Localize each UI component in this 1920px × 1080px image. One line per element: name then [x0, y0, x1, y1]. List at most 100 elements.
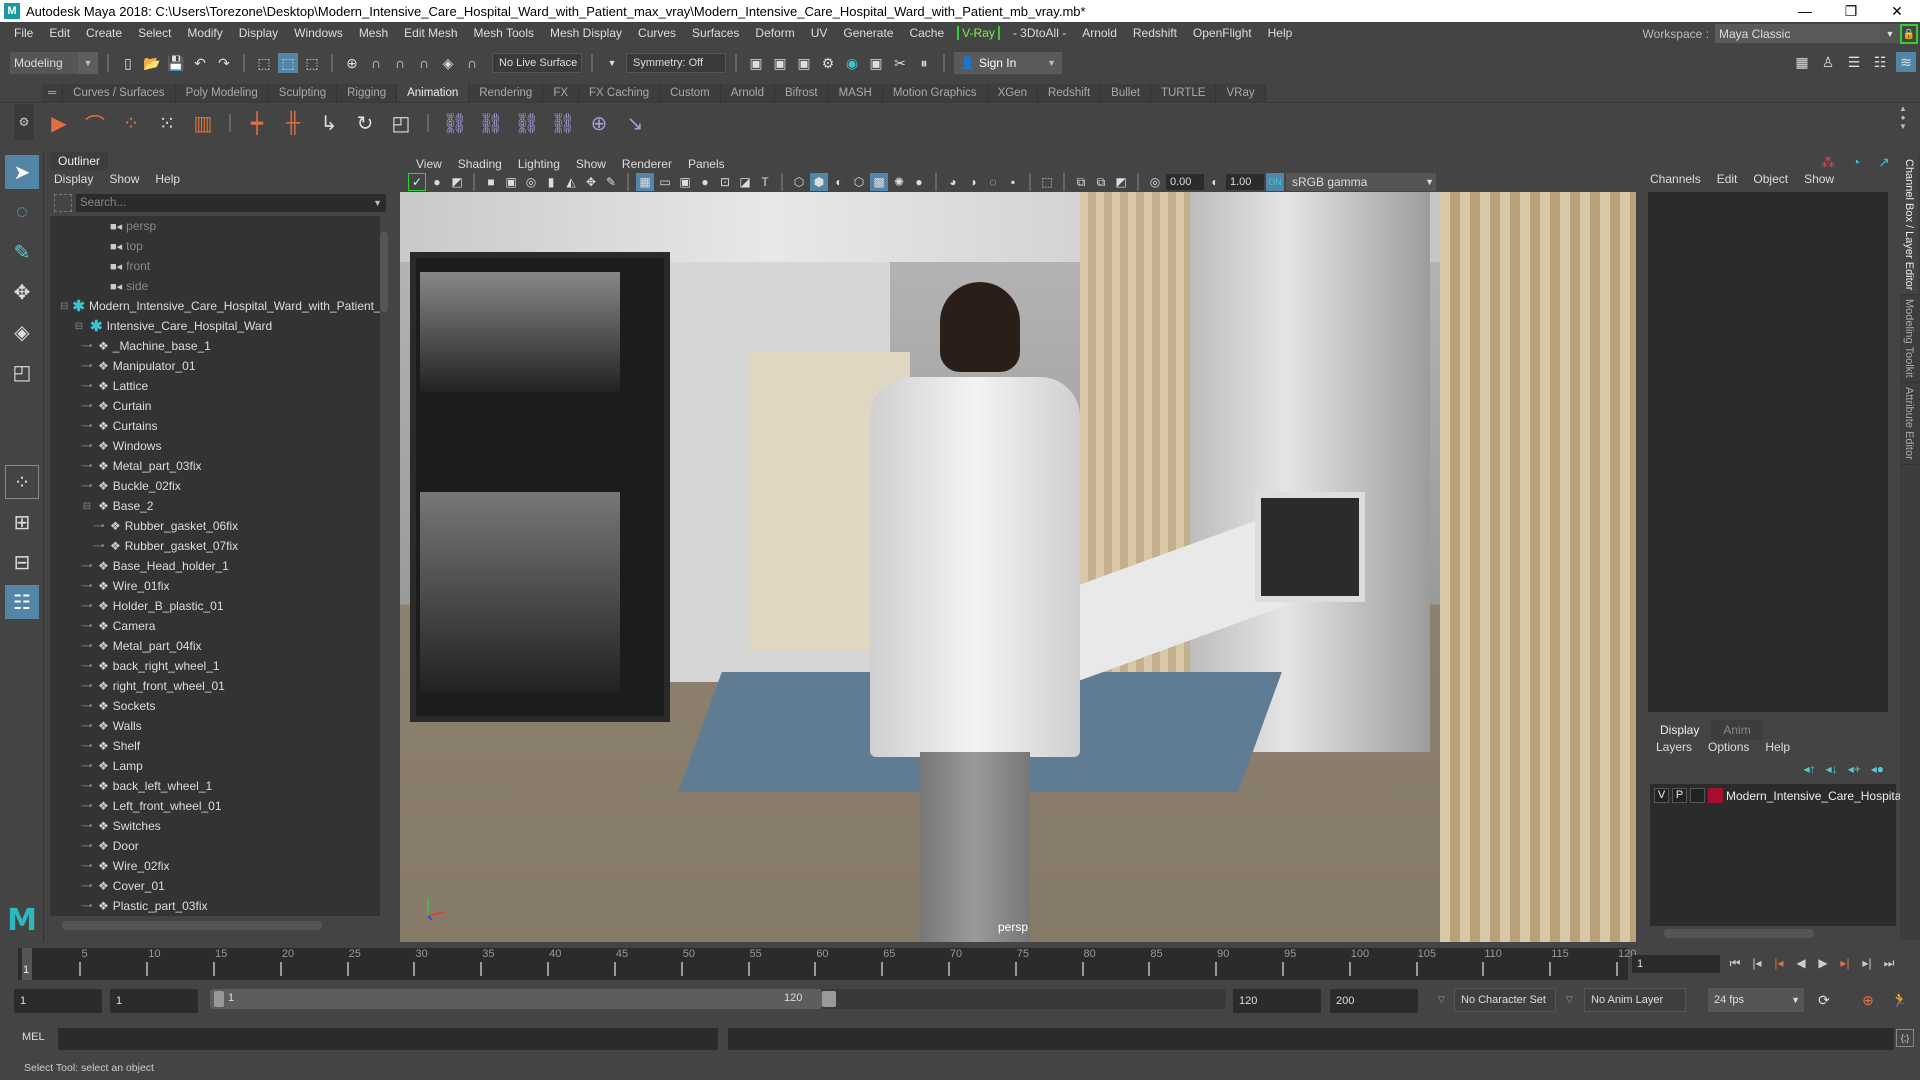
collapse-icon[interactable]: ⊟ [80, 501, 94, 512]
shelf-tab-curves-surfaces[interactable]: Curves / Surfaces [63, 84, 176, 102]
two-d-pan-zoom-icon[interactable]: ✥ [582, 173, 600, 191]
bookmarks-icon[interactable]: ▮ [542, 173, 560, 191]
attribute-editor-icon[interactable]: ☰ [1844, 52, 1864, 72]
auto-key-icon[interactable]: ⊕ [1858, 990, 1878, 1010]
paint-select-icon[interactable]: ✎ [5, 235, 39, 269]
make-live-icon[interactable]: ∩ [462, 53, 482, 73]
workspace-dropdown[interactable]: Maya Classic ▼ [1715, 24, 1900, 43]
render-frame-icon[interactable]: ▣ [746, 53, 766, 73]
xray-icon[interactable]: ⧉ [1072, 173, 1090, 191]
hypershade-icon[interactable]: ◉ [842, 53, 862, 73]
menu-edit[interactable]: Edit [41, 26, 78, 40]
xray-active-components-icon[interactable]: ⧉ [1092, 173, 1110, 191]
outliner-item[interactable]: ⊟ ✱ Intensive_Care_Hospital_Ward [50, 316, 380, 336]
outliner-item[interactable]: ─• ❖ Rubber_gasket_06fix [50, 516, 380, 536]
outliner-item[interactable]: ─• ❖ Walls [50, 716, 380, 736]
pole-vector-icon[interactable]: ↘ [620, 108, 650, 138]
close-button[interactable]: ✕ [1874, 0, 1920, 22]
menu-redshift[interactable]: Redshift [1125, 26, 1185, 40]
shelf-tab-xgen[interactable]: XGen [987, 84, 1038, 102]
chevron-down-icon[interactable]: ▼ [373, 194, 382, 212]
viewport-menu-view[interactable]: View [408, 157, 450, 171]
menu-arnold[interactable]: Arnold [1074, 26, 1125, 40]
film-gate-icon[interactable]: ▭ [656, 173, 674, 191]
hyperbolic-icon[interactable]: ↗ [1874, 152, 1894, 172]
undo-icon[interactable]: ↶ [190, 53, 210, 73]
scale-tool-icon[interactable]: ◰ [5, 355, 39, 389]
chevron-down-icon[interactable]: ▽ [1566, 994, 1573, 1005]
range-start-handle[interactable] [214, 991, 224, 1007]
select-tool-icon[interactable]: ➤ [5, 155, 39, 189]
outliner-item[interactable]: ─• ❖ Metal_part_04fix [50, 636, 380, 656]
shelf-tab-sculpting[interactable]: Sculpting [268, 84, 338, 102]
unghost-icon[interactable]: ⁙ [152, 108, 182, 138]
menu-mesh-display[interactable]: Mesh Display [542, 26, 630, 40]
step-back-frame-icon[interactable]: |◂ [1748, 953, 1766, 973]
viewport-menu-show[interactable]: Show [568, 157, 614, 171]
play-backwards-icon[interactable]: ◀ [1792, 953, 1810, 973]
menu-mesh-tools[interactable]: Mesh Tools [466, 26, 542, 40]
loop-icon[interactable]: ⟳ [1814, 990, 1834, 1010]
collapse-icon[interactable]: ⊟ [60, 301, 68, 312]
minimize-button[interactable]: — [1782, 0, 1828, 22]
use-all-lights-icon[interactable]: ✺ [890, 173, 908, 191]
select-camera-icon[interactable]: ■ [482, 173, 500, 191]
range-end-handle[interactable] [822, 991, 836, 1007]
layer-visibility-toggle[interactable]: V [1654, 788, 1669, 803]
select-component-icon[interactable]: ⬚ [302, 53, 322, 73]
lasso-tool-icon[interactable]: ◌ [5, 195, 39, 229]
outliner-item[interactable]: ─• ❖ Metal_part_03fix [50, 456, 380, 476]
field-chart-icon[interactable]: ⊡ [716, 173, 734, 191]
outliner-item[interactable]: ■◂ top [50, 236, 380, 256]
outliner-menu-display[interactable]: Display [54, 172, 93, 186]
snap-grid-icon[interactable]: ⊕ [342, 53, 362, 73]
go-to-start-icon[interactable]: ⏮ [1726, 953, 1744, 973]
object-menu[interactable]: Object [1753, 172, 1788, 186]
move-layer-down-icon[interactable]: ◂↓ [1826, 762, 1838, 776]
channels-menu[interactable]: Channels [1650, 172, 1701, 186]
view-transform-dropdown[interactable]: sRGB gamma ▼ [1286, 173, 1436, 191]
filter-icon[interactable] [54, 194, 72, 212]
menu-modify[interactable]: Modify [179, 26, 230, 40]
tab-attribute-editor[interactable]: Attribute Editor [1900, 383, 1918, 465]
lock-camera-icon[interactable]: ▣ [502, 173, 520, 191]
aim-constraint-icon[interactable]: ⊕ [584, 108, 614, 138]
set-breakdown-icon[interactable]: ╫ [278, 108, 308, 138]
image-plane-icon[interactable]: ◭ [562, 173, 580, 191]
create-empty-layer-icon[interactable]: ◂+ [1848, 762, 1861, 776]
ipr-render-icon[interactable]: ▣ [794, 53, 814, 73]
color-management-toggle-icon[interactable]: ON [1266, 173, 1284, 191]
tab-display[interactable]: Display [1648, 720, 1712, 740]
two-panel-layout-icon[interactable]: ⊟ [5, 545, 39, 579]
menu-file[interactable]: File [6, 26, 41, 40]
single-perspective-layout-icon[interactable]: ⁘ [5, 465, 39, 499]
shelf-tab-animation[interactable]: Animation [397, 84, 470, 102]
outliner-item[interactable]: ─• ❖ Left_front_wheel_01 [50, 796, 380, 816]
point-constraint-icon[interactable]: ⛓ [440, 108, 470, 138]
command-input[interactable] [58, 1028, 718, 1050]
modeling-toolkit-icon[interactable]: ▦ [1792, 52, 1812, 72]
select-object-icon[interactable]: ⬚ [278, 53, 298, 73]
3d-viewport[interactable]: persp [400, 192, 1636, 942]
outliner-item[interactable]: ─• ❖ Lattice [50, 376, 380, 396]
bookmark-icon[interactable]: ◩ [448, 173, 466, 191]
outliner-tab[interactable]: Outliner [50, 152, 109, 170]
menu-surfaces[interactable]: Surfaces [684, 26, 747, 40]
menu-select[interactable]: Select [130, 26, 179, 40]
step-back-key-icon[interactable]: |◂ [1770, 953, 1788, 973]
collapse-icon[interactable]: ⊟ [72, 321, 86, 332]
outliner-item[interactable]: ■◂ side [50, 276, 380, 296]
symmetry-field[interactable]: Symmetry: Off [626, 53, 726, 73]
menu-curves[interactable]: Curves [630, 26, 684, 40]
xray-joints-icon[interactable]: ◩ [1112, 173, 1130, 191]
outliner-item[interactable]: ─• ❖ back_left_wheel_1 [50, 776, 380, 796]
shelf-scrollbar[interactable]: ▲ ● ▼ [1896, 104, 1910, 138]
outliner-item[interactable]: ─• ❖ Curtain [50, 396, 380, 416]
gamma-field[interactable]: 1.00 [1226, 174, 1264, 190]
menu-display[interactable]: Display [231, 26, 286, 40]
outliner-item[interactable]: ─• ❖ Lamp [50, 756, 380, 776]
textured-icon[interactable]: ▩ [870, 173, 888, 191]
scroll-thumb[interactable] [1664, 929, 1814, 938]
outliner-item[interactable]: ─• ❖ Buckle_02fix [50, 476, 380, 496]
menu-deform[interactable]: Deform [747, 26, 802, 40]
